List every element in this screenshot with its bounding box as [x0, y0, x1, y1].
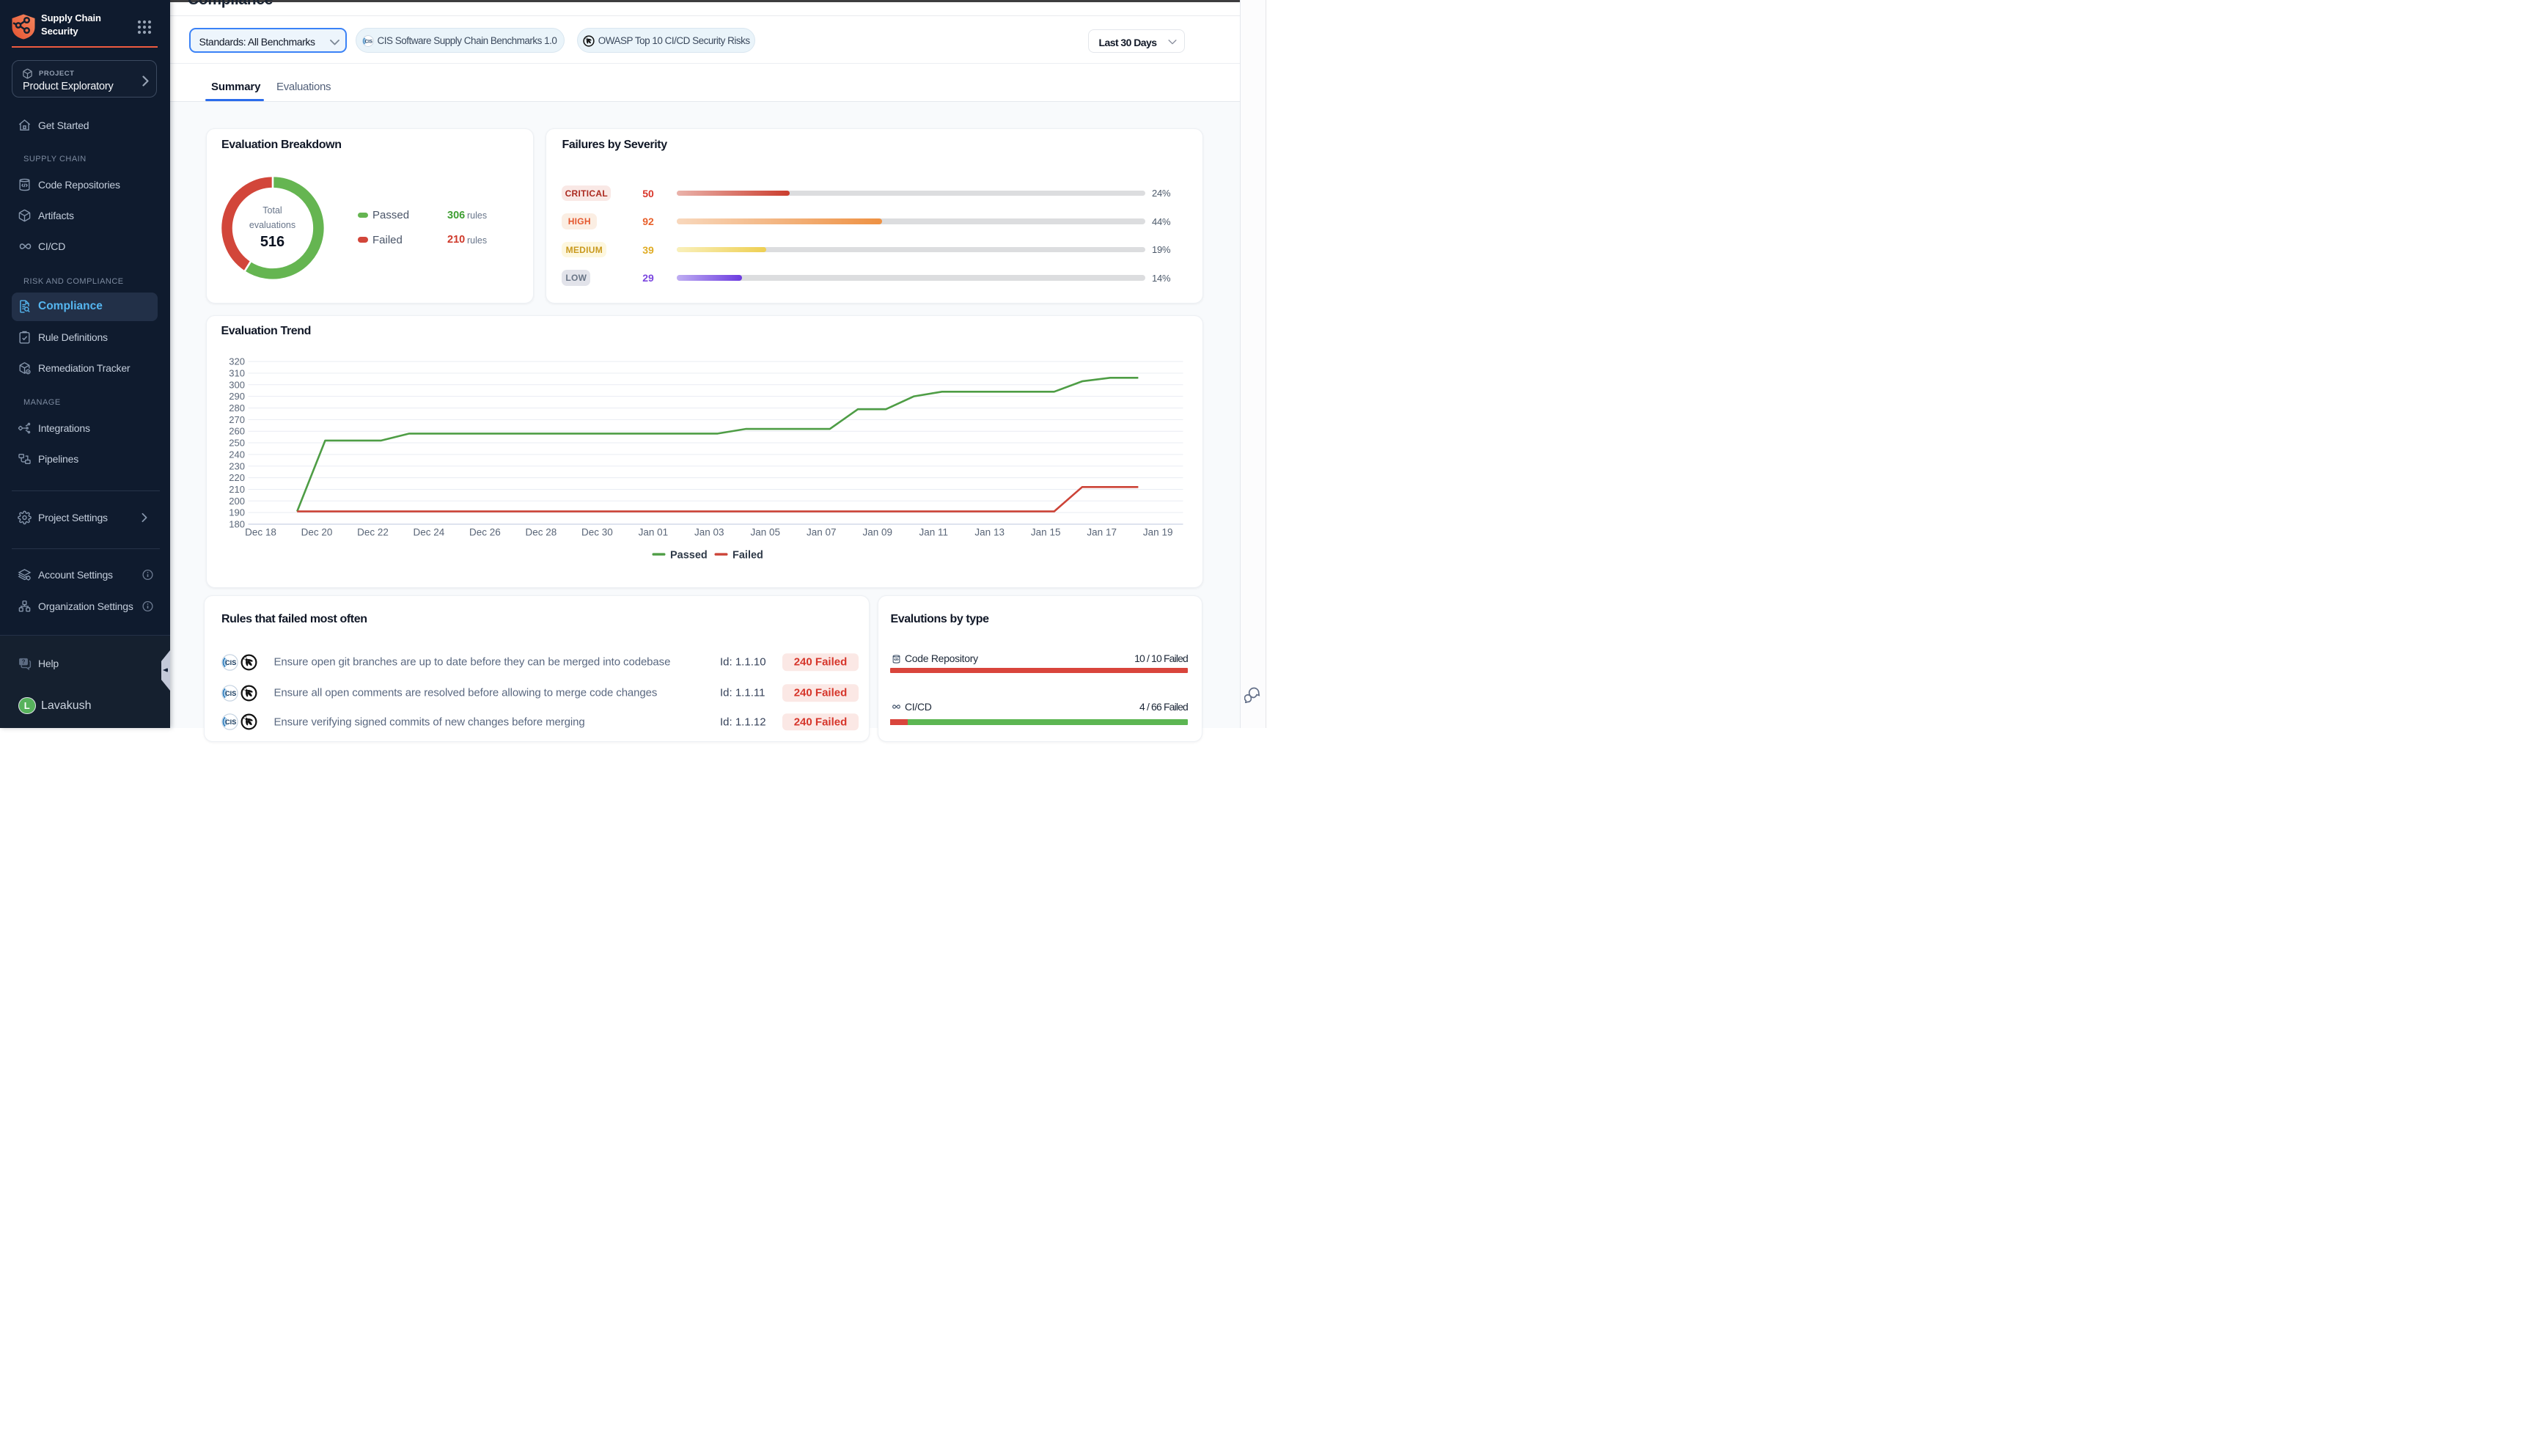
- svg-text:290: 290: [229, 391, 245, 402]
- svg-text:Jan 05: Jan 05: [750, 527, 780, 538]
- svg-text:240: 240: [229, 449, 245, 460]
- svg-text:Jan 11: Jan 11: [919, 527, 948, 538]
- svg-text:Dec 24: Dec 24: [413, 527, 444, 538]
- svg-text:190: 190: [229, 507, 245, 518]
- svg-text:320: 320: [229, 356, 245, 367]
- svg-text:Jan 19: Jan 19: [1142, 527, 1172, 538]
- svg-text:210: 210: [229, 484, 245, 495]
- svg-text:270: 270: [229, 414, 245, 425]
- svg-text:Passed: Passed: [670, 550, 708, 562]
- svg-text:Jan 17: Jan 17: [1087, 527, 1117, 538]
- svg-text:300: 300: [229, 379, 245, 390]
- svg-text:180: 180: [229, 519, 245, 530]
- svg-text:Jan 07: Jan 07: [807, 527, 837, 538]
- svg-text:Jan 09: Jan 09: [862, 527, 892, 538]
- svg-text:Jan 13: Jan 13: [974, 527, 1005, 538]
- svg-text:Jan 15: Jan 15: [1030, 527, 1060, 538]
- svg-text:220: 220: [229, 472, 245, 483]
- svg-text:CIS: CIS: [225, 659, 236, 666]
- svg-text:Dec 26: Dec 26: [469, 527, 501, 538]
- svg-text:Dec 30: Dec 30: [581, 527, 613, 538]
- svg-text:CIS: CIS: [225, 690, 236, 697]
- svg-text:Dec 28: Dec 28: [525, 527, 557, 538]
- svg-text:250: 250: [229, 438, 245, 449]
- svg-text:Dec 20: Dec 20: [301, 527, 332, 538]
- svg-text:280: 280: [229, 402, 245, 413]
- svg-text:?: ?: [22, 658, 26, 665]
- svg-text:230: 230: [229, 460, 245, 471]
- svg-text:310: 310: [229, 367, 245, 378]
- svg-text:Failed: Failed: [732, 550, 763, 562]
- svg-text:Jan 03: Jan 03: [694, 527, 724, 538]
- svg-text:CIS: CIS: [365, 39, 373, 44]
- svg-text:Jan 01: Jan 01: [638, 527, 668, 538]
- svg-text:260: 260: [229, 426, 245, 437]
- svg-text:CIS: CIS: [225, 718, 236, 726]
- svg-text:200: 200: [229, 496, 245, 507]
- svg-text:Dec 22: Dec 22: [357, 527, 389, 538]
- svg-text:Dec 18: Dec 18: [245, 527, 276, 538]
